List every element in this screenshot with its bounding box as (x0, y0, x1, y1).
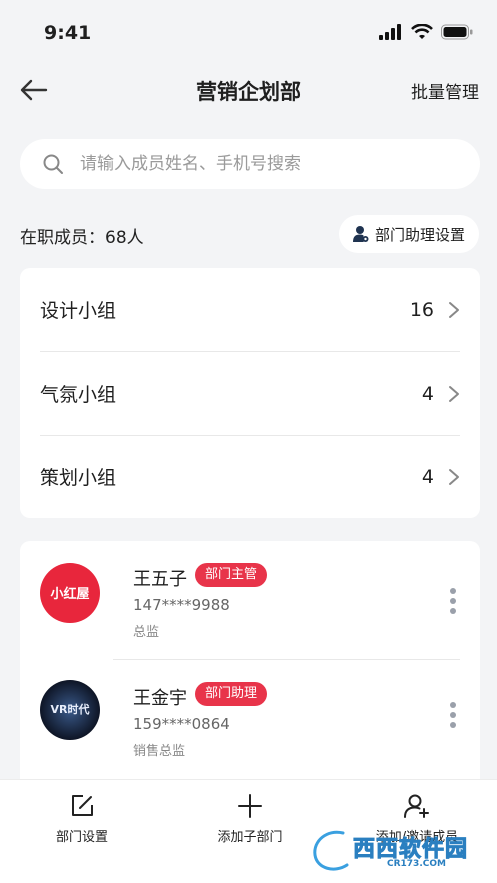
member-row[interactable]: 小红屋 王五子 部门主管 147****9988 总监 (40, 551, 460, 666)
group-count: 4 (421, 465, 434, 488)
user-settings-icon (352, 226, 369, 242)
role-badge: 部门助理 (195, 682, 268, 706)
avatar-logo-text: VR时代 (50, 703, 90, 716)
member-row[interactable]: VR时代 王金宇 部门助理 159****0864 销售总监 (40, 670, 460, 785)
member-name: 王金宇 (133, 688, 187, 709)
batch-manage-button[interactable]: 批量管理 (411, 78, 479, 103)
group-name: 设计小组 (40, 300, 117, 322)
group-name: 气氛小组 (40, 384, 117, 406)
add-user-icon (404, 794, 429, 818)
search-input[interactable] (80, 154, 460, 174)
member-phone: 147****9988 (133, 596, 230, 614)
status-bar: 9:41 (0, 0, 497, 62)
group-row-atmosphere[interactable]: 气氛小组 4 (40, 352, 460, 435)
chevron-right-icon (449, 301, 459, 318)
groups-card: 设计小组 16 气氛小组 4 策划小组 4 (20, 268, 480, 518)
search-bar[interactable] (20, 139, 480, 189)
members-card: 小红屋 王五子 部门主管 147****9988 总监 VR时代 王金宇 部门助… (20, 541, 480, 801)
member-title: 总监 (133, 625, 160, 640)
member-title: 销售总监 (133, 744, 186, 759)
watermark-subtext: CR173.COM (387, 859, 446, 869)
wifi-icon (411, 24, 433, 39)
search-icon (43, 154, 63, 174)
group-count: 4 (421, 382, 434, 405)
tab-label: 部门设置 (55, 830, 108, 845)
group-count: 16 (409, 298, 434, 321)
group-name: 策划小组 (40, 467, 117, 489)
add-subdepartment-button[interactable]: 添加子部门 (180, 792, 320, 845)
tab-label: 添加子部门 (217, 830, 283, 845)
battery-icon (441, 24, 473, 40)
status-icons (379, 24, 473, 40)
watermark-logo: 西西软件园 CR173.COM (309, 827, 489, 877)
divider (113, 659, 460, 660)
group-row-design[interactable]: 设计小组 16 (40, 268, 460, 351)
chevron-right-icon (449, 468, 459, 485)
more-vertical-icon[interactable] (446, 700, 460, 730)
nav-bar: 营销企划部 批量管理 (0, 62, 497, 118)
member-count: 在职成员：68人 (20, 228, 144, 248)
avatar-logo-text: 小红屋 (50, 587, 90, 602)
status-time: 9:41 (44, 22, 92, 44)
plus-icon (238, 794, 262, 818)
group-row-planning[interactable]: 策划小组 4 (40, 435, 460, 518)
more-vertical-icon[interactable] (446, 586, 460, 616)
department-settings-button[interactable]: 部门设置 (12, 792, 152, 845)
chevron-right-icon (449, 385, 459, 402)
avatar: VR时代 (40, 680, 100, 740)
member-name: 王五子 (133, 569, 187, 590)
member-phone: 159****0864 (133, 715, 230, 733)
edit-icon (72, 795, 93, 816)
assistant-settings-label: 部门助理设置 (374, 225, 465, 244)
role-badge: 部门主管 (195, 563, 268, 587)
avatar: 小红屋 (40, 563, 100, 623)
assistant-settings-button[interactable]: 部门助理设置 (338, 215, 479, 253)
watermark-swoosh-icon (311, 828, 351, 873)
signal-icon (379, 24, 401, 40)
